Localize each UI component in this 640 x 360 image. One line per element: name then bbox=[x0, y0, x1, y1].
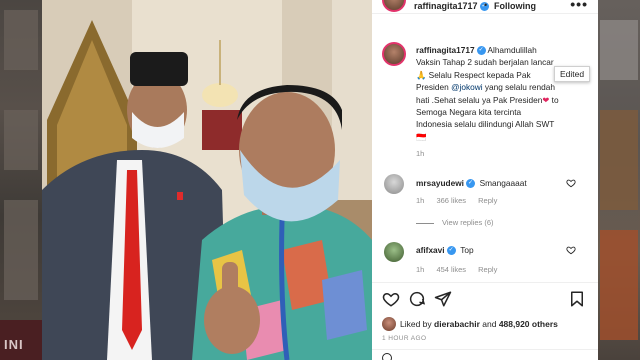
commenter-avatar[interactable] bbox=[384, 242, 404, 262]
feed-thumbnail[interactable] bbox=[4, 200, 38, 300]
caption-line: Vaksin Tahap 2 sudah berjalan lancar bbox=[416, 57, 554, 68]
selfie-photo bbox=[42, 0, 372, 360]
likes-prefix: Liked by bbox=[400, 319, 432, 329]
reply-button[interactable]: Reply bbox=[478, 265, 497, 274]
post-header: raffinagita1717 ✓ • Following ••• bbox=[372, 0, 598, 14]
caption-line: Semoga Negara kita tercinta bbox=[416, 107, 522, 118]
comment-item: mrsayudewi ✓ Smangaaaat bbox=[416, 178, 527, 189]
feed-thumbnail[interactable] bbox=[4, 10, 38, 70]
save-bookmark-icon[interactable] bbox=[568, 290, 586, 308]
verified-badge-icon: ✓ bbox=[465, 179, 475, 189]
comment-item: afifxavi ✓ Top bbox=[416, 245, 474, 256]
verified-badge-icon: ✓ bbox=[446, 246, 456, 256]
caption-line: Selalu Respect kepada Pak bbox=[428, 69, 531, 80]
feed-thumbnail[interactable] bbox=[600, 20, 638, 80]
comment-meta: 1h 366 likes Reply bbox=[416, 196, 507, 205]
feed-thumbnail[interactable] bbox=[4, 110, 38, 170]
caption-line: Presiden bbox=[416, 82, 449, 93]
caption-line: yang selalu rendah bbox=[484, 82, 555, 93]
commenter-username[interactable]: afifxavi bbox=[416, 245, 445, 255]
caption-text: raffinagita1717 ✓ Alhamdulillah Vaksin Ta… bbox=[416, 44, 592, 143]
caption-line: to bbox=[551, 94, 559, 105]
feed-left-column: INI bbox=[0, 0, 42, 360]
username-text[interactable]: raffinagita1717 bbox=[414, 1, 478, 11]
liker-username[interactable]: dierabachir bbox=[434, 319, 480, 329]
like-comment-heart-icon[interactable] bbox=[566, 178, 576, 188]
comment-likes[interactable]: 366 likes bbox=[436, 196, 466, 205]
feed-banner-text: INI bbox=[4, 337, 24, 352]
caption-username[interactable]: raffinagita1717 bbox=[416, 45, 475, 55]
pray-emoji-icon: 🙏 bbox=[416, 69, 427, 80]
likes-and: and bbox=[482, 319, 497, 329]
commenter-avatar[interactable] bbox=[384, 174, 404, 194]
feed-right-column bbox=[598, 0, 640, 360]
caption-line: Alhamdulillah bbox=[487, 45, 537, 55]
comment-text: Top bbox=[460, 245, 474, 255]
caption-author-avatar[interactable] bbox=[382, 42, 406, 66]
caption-line: Indonesia selalu dilindungi Allah SWT bbox=[416, 119, 555, 130]
add-comment-bar[interactable] bbox=[372, 349, 598, 360]
post-author-avatar[interactable] bbox=[382, 0, 406, 12]
commenter-username[interactable]: mrsayudewi bbox=[416, 178, 464, 188]
view-replies-button[interactable]: View replies (6) bbox=[416, 218, 494, 227]
likes-count[interactable]: 488,920 others bbox=[499, 319, 558, 329]
reply-button[interactable]: Reply bbox=[478, 196, 497, 205]
feed-thumbnail[interactable] bbox=[600, 110, 638, 210]
comment-timestamp[interactable]: 1h bbox=[416, 196, 424, 205]
feed-banner: INI bbox=[0, 320, 42, 360]
emoji-smiley-icon[interactable] bbox=[382, 353, 392, 360]
share-paper-plane-icon[interactable] bbox=[434, 290, 452, 308]
verified-badge-icon: ✓ bbox=[476, 46, 486, 56]
likes-summary: Liked by dierabachir and 488,920 others bbox=[400, 319, 558, 329]
comment-bubble-icon[interactable] bbox=[408, 290, 426, 308]
like-comment-heart-icon[interactable] bbox=[566, 245, 576, 255]
liker-avatar[interactable] bbox=[382, 317, 396, 331]
comment-likes[interactable]: 454 likes bbox=[436, 265, 466, 274]
caption-line: hati .Sehat selalu ya Pak Presiden bbox=[416, 94, 543, 105]
caption-timestamp[interactable]: 1h bbox=[416, 149, 424, 158]
comment-text: Smangaaaat bbox=[479, 178, 527, 188]
comment-meta: 1h 454 likes Reply bbox=[416, 265, 507, 274]
more-options-icon[interactable]: ••• bbox=[570, 0, 588, 12]
post-time-ago[interactable]: 1 HOUR AGO bbox=[382, 335, 426, 342]
following-button[interactable]: Following bbox=[494, 1, 536, 11]
post-actions: Liked by dierabachir and 488,920 others … bbox=[372, 282, 598, 360]
comment-timestamp[interactable]: 1h bbox=[416, 265, 424, 274]
post-side-panel: raffinagita1717 ✓ • Following ••• raffina… bbox=[372, 0, 598, 360]
post-photo[interactable] bbox=[42, 0, 372, 360]
post-author-username[interactable]: raffinagita1717 ✓ bbox=[414, 1, 489, 12]
edited-tooltip: Edited bbox=[554, 66, 591, 82]
separator-dot: • bbox=[484, 0, 488, 10]
like-heart-icon[interactable] bbox=[382, 290, 400, 308]
feed-thumbnail[interactable] bbox=[600, 230, 638, 340]
flag-emoji-icon: 🇮🇩 bbox=[416, 131, 427, 142]
heart-emoji-icon: ❤ bbox=[542, 94, 550, 105]
mention-link[interactable]: @jokowi bbox=[451, 82, 482, 92]
